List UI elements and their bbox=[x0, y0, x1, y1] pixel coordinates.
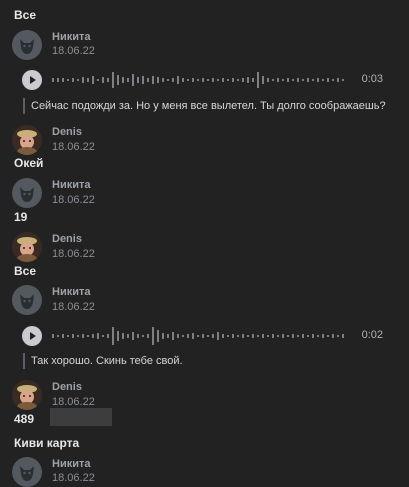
message-author[interactable]: Никита bbox=[52, 31, 90, 43]
message-date: 18.06.22 bbox=[52, 248, 95, 260]
play-icon[interactable] bbox=[22, 326, 42, 346]
message-date: 18.06.22 bbox=[52, 472, 95, 484]
audio-message: 0:03 bbox=[18, 68, 383, 92]
dog-avatar-icon[interactable] bbox=[12, 178, 42, 208]
message-author[interactable]: Denis bbox=[52, 381, 82, 393]
message-date: 18.06.22 bbox=[52, 301, 95, 313]
person-avatar-icon[interactable] bbox=[12, 125, 42, 155]
person-avatar-icon[interactable] bbox=[12, 380, 42, 410]
dog-avatar-icon[interactable] bbox=[12, 457, 42, 487]
message-author[interactable]: Никита bbox=[52, 286, 90, 298]
message-author[interactable]: Denis bbox=[52, 126, 82, 138]
audio-waveform[interactable] bbox=[48, 324, 348, 348]
message-date: 18.06.22 bbox=[52, 194, 95, 206]
message-date: 18.06.22 bbox=[52, 141, 95, 153]
audio-waveform[interactable] bbox=[48, 68, 348, 92]
message-date: 18.06.22 bbox=[52, 396, 95, 408]
message-text: 19 bbox=[14, 210, 28, 224]
message-author[interactable]: Никита bbox=[52, 458, 90, 470]
audio-transcript: Сейчас подожди за. Но у меня все вылетел… bbox=[23, 98, 386, 114]
play-icon[interactable] bbox=[22, 70, 42, 90]
dog-avatar-icon[interactable] bbox=[12, 285, 42, 315]
audio-duration: 0:03 bbox=[361, 73, 383, 85]
redacted-block bbox=[50, 408, 112, 426]
message-author[interactable]: Denis bbox=[52, 233, 82, 245]
message-text: Киви карта bbox=[14, 436, 80, 450]
message-text: Окей bbox=[14, 156, 44, 170]
message-date: 18.06.22 bbox=[52, 45, 95, 57]
message-text: Все bbox=[14, 8, 37, 22]
message-author[interactable]: Никита bbox=[52, 179, 90, 191]
audio-message: 0:02 bbox=[18, 324, 383, 348]
message-text: 489 bbox=[14, 412, 35, 426]
audio-transcript: Так хорошо. Скинь тебе свой. bbox=[23, 353, 183, 369]
audio-duration: 0:02 bbox=[361, 329, 383, 341]
message-text: Все bbox=[14, 264, 37, 278]
dog-avatar-icon[interactable] bbox=[12, 30, 42, 60]
person-avatar-icon[interactable] bbox=[12, 232, 42, 262]
